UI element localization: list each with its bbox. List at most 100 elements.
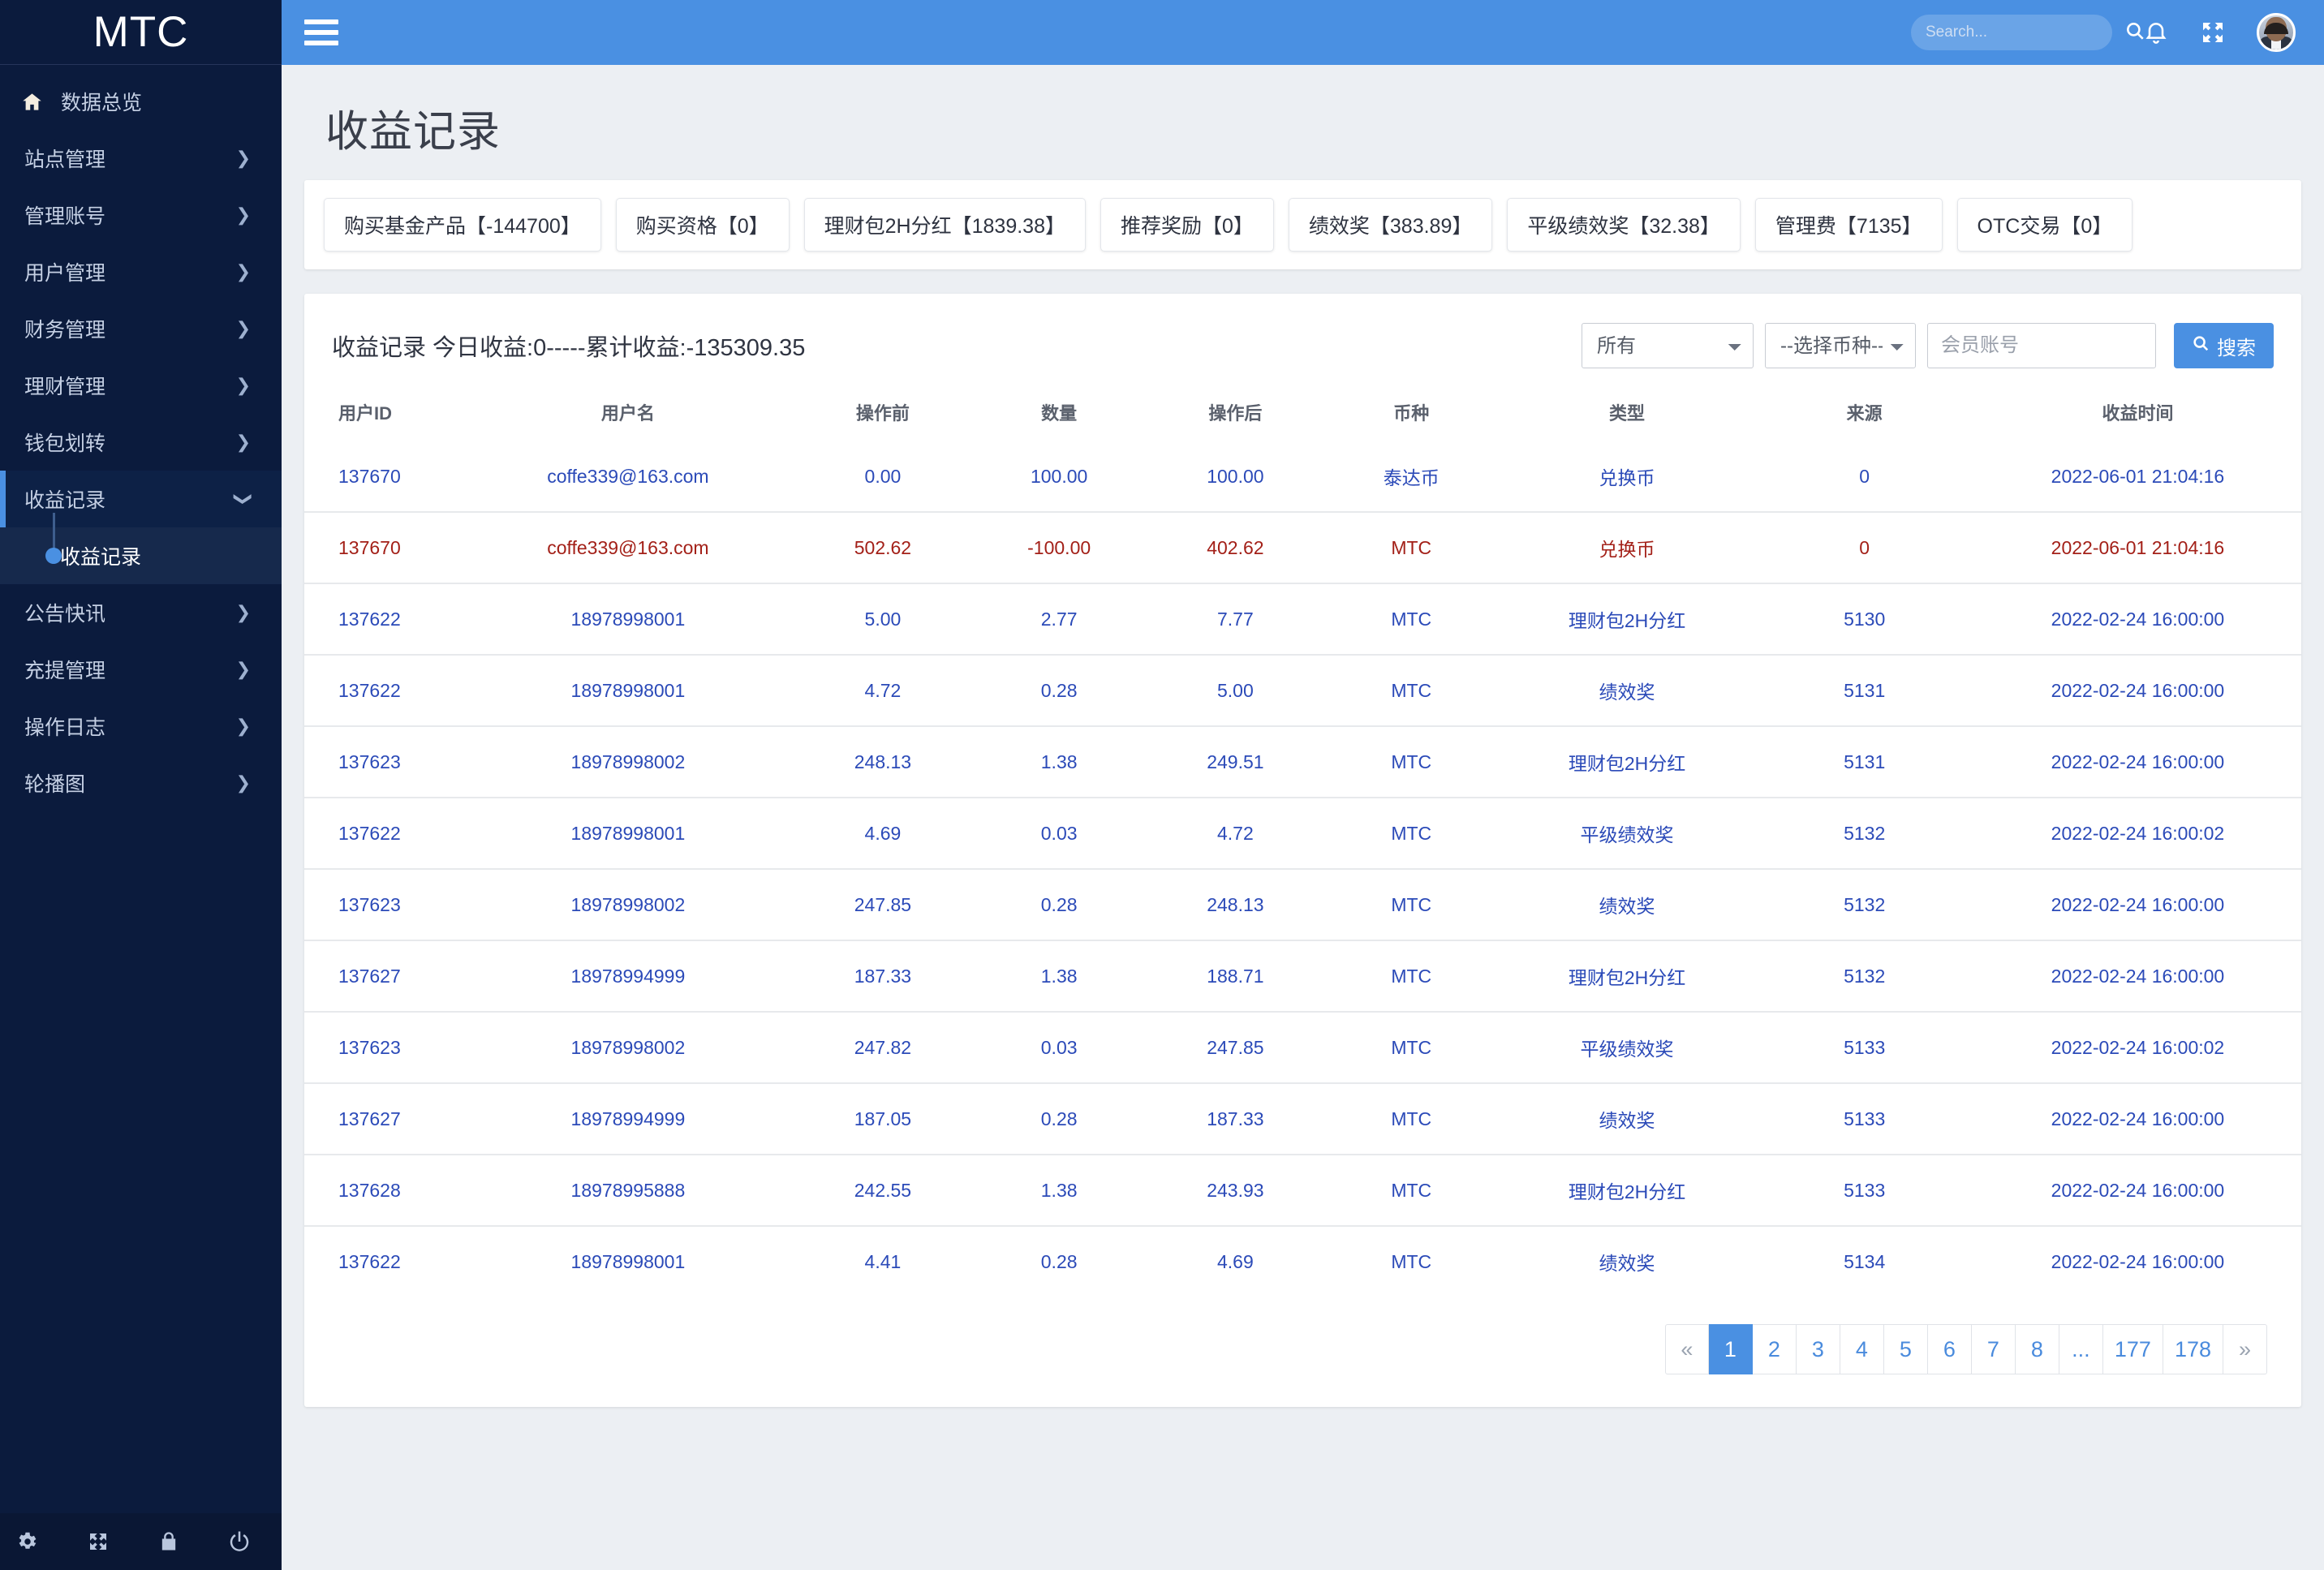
cell-amount: 0.28 xyxy=(970,654,1147,726)
chevron-right-icon: ❯ xyxy=(235,261,251,282)
table-row[interactable]: 137628 18978995888 242.55 1.38 243.93 MTC 理财包2… xyxy=(304,1154,2301,1226)
cell-source: 5132 xyxy=(1754,940,1974,1012)
sidebar-item-label: 公告快讯 xyxy=(24,603,106,626)
stat-wealth-2h-dividend[interactable]: 理财包2H分红【1839.38】 xyxy=(803,198,1086,252)
sidebar-item-dashboard[interactable]: 数据总览 xyxy=(0,73,282,130)
cell-after: 247.85 xyxy=(1147,1011,1323,1083)
cell-type: 平级绩效奖 xyxy=(1499,797,1755,869)
table-row[interactable]: 137670 coffe339@163.com 0.00 100.00 100.00 泰达… xyxy=(304,441,2301,512)
sidebar-subitem-earnings-records[interactable]: 收益记录 xyxy=(0,513,282,584)
stat-referral-reward[interactable]: 推荐奖励【0】 xyxy=(1100,198,1274,252)
table-row[interactable]: 137623 18978998002 247.82 0.03 247.85 MTC 平级绩效… xyxy=(304,1011,2301,1083)
sidebar-item-operation-log[interactable]: 操作日志 ❯ xyxy=(0,698,282,755)
sidebar-item-deposit-withdraw[interactable]: 充提管理 ❯ xyxy=(0,641,282,698)
sidebar-item-label: 收益记录 xyxy=(24,489,106,512)
table-row[interactable]: 137627 18978994999 187.05 0.28 187.33 MTC 绩效奖 5… xyxy=(304,1082,2301,1155)
hamburger-icon[interactable] xyxy=(304,14,338,51)
pagination-page-6[interactable]: 6 xyxy=(1927,1324,1972,1374)
stat-peer-performance-bonus[interactable]: 平级绩效奖【32.38】 xyxy=(1507,198,1741,252)
sidebar-item-wealth-management[interactable]: 理财管理 ❯ xyxy=(0,357,282,414)
cell-source: 5132 xyxy=(1754,797,1974,869)
col-time: 收益时间 xyxy=(2102,403,2174,424)
table-caption: 收益记录 今日收益:0-----累计收益:-135309.35 xyxy=(332,335,806,361)
cell-before: 4.41 xyxy=(794,1225,971,1297)
table-row[interactable]: 137622 18978998001 5.00 2.77 7.77 MTC 理财包2H分红 5… xyxy=(304,583,2301,655)
stat-performance-bonus[interactable]: 绩效奖【383.89】 xyxy=(1288,198,1493,252)
expand-icon[interactable] xyxy=(2200,19,2226,45)
bell-icon[interactable] xyxy=(2143,19,2169,45)
pagination-page-7[interactable]: 7 xyxy=(1971,1324,2016,1374)
sidebar-item-label: 站点管理 xyxy=(24,148,106,171)
avatar[interactable] xyxy=(2257,13,2296,52)
cell-currency: MTC xyxy=(1323,1011,1500,1083)
sidebar-item-admin-accounts[interactable]: 管理账号 ❯ xyxy=(0,187,282,243)
table-row[interactable]: 137627 18978994999 187.33 1.38 188.71 MTC 理财包2… xyxy=(304,940,2301,1012)
stat-management-fee[interactable]: 管理费【7135】 xyxy=(1754,198,1943,252)
sidebar-item-label: 轮播图 xyxy=(24,773,86,796)
sidebar-item-earnings-records[interactable]: 收益记录 ❯ xyxy=(0,471,282,527)
cell-currency: MTC xyxy=(1323,583,1500,655)
cell-type: 兑换币 xyxy=(1499,511,1755,583)
cell-username: 18978998001 xyxy=(461,654,795,726)
sidebar-item-carousel[interactable]: 轮播图 ❯ xyxy=(0,755,282,811)
member-account-input[interactable] xyxy=(1927,323,2156,368)
page-content: 收益记录 购买基金产品【-144700】 购买资格【0】 理财包2H分红【183… xyxy=(282,65,2324,1570)
type-filter-select[interactable]: 所有 xyxy=(1582,323,1754,368)
table-row[interactable]: 137670 coffe339@163.com 502.62 -100.00 402.6… xyxy=(304,511,2301,583)
pagination-next[interactable]: » xyxy=(2223,1324,2267,1374)
table-body: 137670 coffe339@163.com 0.00 100.00 100.00 泰达… xyxy=(304,441,2301,1297)
brand-logo[interactable]: MTC xyxy=(0,0,282,65)
cell-username: 18978998001 xyxy=(461,1225,795,1297)
cell-amount: 1.38 xyxy=(970,725,1147,798)
stat-otc-trade[interactable]: OTC交易【0】 xyxy=(1956,198,2133,252)
power-icon[interactable] xyxy=(227,1529,252,1554)
table-row[interactable]: 137622 18978998001 4.41 0.28 4.69 MTC 绩效奖 5134 2… xyxy=(304,1225,2301,1297)
cell-before: 187.33 xyxy=(794,940,971,1012)
cell-after: 248.13 xyxy=(1147,868,1323,940)
sidebar-item-user-management[interactable]: 用户管理 ❯ xyxy=(0,243,282,300)
pagination-page-5[interactable]: 5 xyxy=(1883,1324,1928,1374)
stat-buy-fund-product[interactable]: 购买基金产品【-144700】 xyxy=(324,198,601,252)
sidebar-footer xyxy=(0,1513,282,1570)
cell-after: 243.93 xyxy=(1147,1154,1323,1226)
cell-username: 18978998002 xyxy=(461,1011,795,1083)
cell-before: 5.00 xyxy=(794,583,971,655)
gear-icon[interactable] xyxy=(15,1529,39,1554)
cell-username: 18978998001 xyxy=(461,583,795,655)
search-input[interactable] xyxy=(1926,24,2124,41)
table-row[interactable]: 137623 18978998002 247.85 0.28 248.13 MTC 绩效奖 5… xyxy=(304,868,2301,940)
pagination-ellipsis[interactable]: ... xyxy=(2059,1324,2103,1374)
pagination-page-177[interactable]: 177 xyxy=(2102,1324,2163,1374)
cell-amount: 1.38 xyxy=(970,1154,1147,1226)
cell-amount: 100.00 xyxy=(1030,465,1088,487)
table-row[interactable]: 137622 18978998001 4.72 0.28 5.00 MTC 绩效奖 5131 2… xyxy=(304,654,2301,726)
chevron-down-icon: ❯ xyxy=(233,491,254,507)
search-button[interactable]: 搜索 xyxy=(2174,323,2274,368)
app-root: MTC 数据总览 站点管理 ❯ 管理账号 ❯ 用户管理 ❯ 财务管理 ❯ 理财管… xyxy=(0,0,2324,1570)
table-row[interactable]: 137623 18978998002 248.13 1.38 249.51 MTC 理财包2… xyxy=(304,725,2301,798)
coin-filter-select[interactable]: --选择币种-- xyxy=(1765,323,1916,368)
topbar-search[interactable] xyxy=(1911,15,2144,50)
stat-buy-qualification[interactable]: 购买资格【0】 xyxy=(615,198,790,252)
sidebar-item-announcements[interactable]: 公告快讯 ❯ xyxy=(0,584,282,641)
cell-currency: MTC xyxy=(1323,654,1500,726)
lock-icon[interactable] xyxy=(157,1529,180,1554)
pagination-page-8[interactable]: 8 xyxy=(2015,1324,2059,1374)
pagination-page-4[interactable]: 4 xyxy=(1840,1324,1884,1374)
topbar xyxy=(282,0,2324,65)
pagination-page-2[interactable]: 2 xyxy=(1752,1324,1797,1374)
pagination-page-178[interactable]: 178 xyxy=(2163,1324,2223,1374)
pagination-page-3[interactable]: 3 xyxy=(1796,1324,1840,1374)
sidebar-item-finance-management[interactable]: 财务管理 ❯ xyxy=(0,300,282,357)
cell-time: 2022-02-24 16:00:02 xyxy=(1973,1011,2301,1083)
table-row[interactable]: 137622 18978998001 4.69 0.03 4.72 MTC 平级绩效奖 513… xyxy=(304,797,2301,869)
pagination-prev[interactable]: « xyxy=(1664,1324,1709,1374)
pagination-page-1[interactable]: 1 xyxy=(1708,1324,1753,1374)
sidebar-item-wallet-transfer[interactable]: 钱包划转 ❯ xyxy=(0,414,282,471)
sidebar-item-site-management[interactable]: 站点管理 ❯ xyxy=(0,130,282,187)
search-button-label: 搜索 xyxy=(2217,337,2256,359)
cell-type: 理财包2H分红 xyxy=(1499,1154,1755,1226)
col-username: 用户名 xyxy=(600,403,655,424)
expand-icon[interactable] xyxy=(86,1529,110,1554)
cell-after: 188.71 xyxy=(1147,940,1323,1012)
